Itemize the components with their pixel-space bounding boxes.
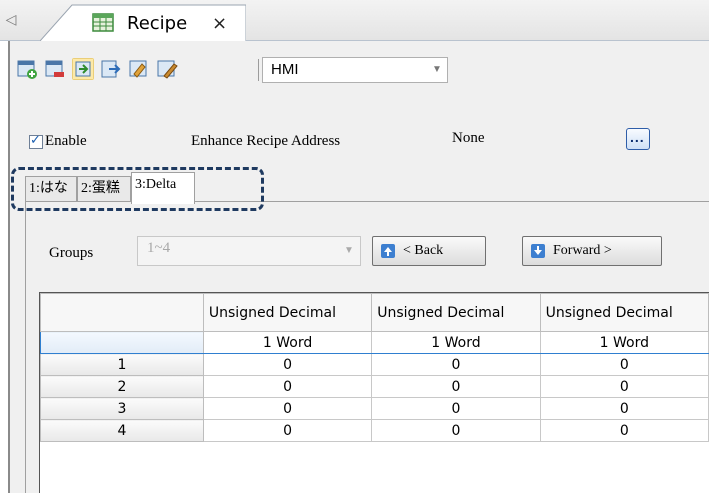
recipe-toolbar: HMI ▼ bbox=[10, 55, 709, 89]
table-row: 2 0 0 0 bbox=[40, 375, 709, 398]
column-header[interactable]: Unsigned Decimal bbox=[539, 293, 709, 332]
column-header-row: Unsigned Decimal Unsigned Decimal Unsign… bbox=[40, 293, 709, 332]
table-cell[interactable]: 0 bbox=[202, 353, 373, 376]
table-row: 3 0 0 0 bbox=[40, 397, 709, 420]
recipe-table-icon bbox=[92, 13, 114, 32]
source-select[interactable]: HMI ▼ bbox=[262, 57, 448, 83]
row-header[interactable]: 4 bbox=[40, 419, 204, 442]
table-cell[interactable]: 0 bbox=[371, 397, 541, 420]
size-cell[interactable]: 1 Word bbox=[539, 331, 709, 354]
groups-select: 1~4 ▼ bbox=[137, 236, 361, 266]
row-header[interactable]: 1 bbox=[40, 353, 204, 376]
recipe-document-tab[interactable]: Recipe × bbox=[40, 4, 246, 41]
checkmark-icon: ✓ bbox=[30, 133, 41, 148]
enhance-recipe-address-value: None bbox=[452, 130, 485, 146]
source-select-value: HMI bbox=[271, 61, 299, 78]
back-button[interactable]: < Back bbox=[372, 236, 486, 266]
data-size-row: 1 Word 1 Word 1 Word bbox=[40, 331, 709, 354]
delete-row-icon[interactable] bbox=[44, 58, 66, 80]
document-tab-strip: ◁ Recipe × bbox=[0, 0, 709, 41]
close-icon[interactable]: × bbox=[212, 13, 227, 34]
browse-address-button[interactable]: ... bbox=[626, 128, 650, 150]
size-row-header[interactable] bbox=[40, 331, 204, 354]
back-label: < Back bbox=[403, 243, 444, 258]
row-header[interactable]: 2 bbox=[40, 375, 204, 398]
size-cell[interactable]: 1 Word bbox=[371, 331, 541, 354]
corner-cell bbox=[40, 293, 204, 332]
table-cell[interactable]: 0 bbox=[202, 419, 373, 442]
chevron-down-icon: ▼ bbox=[344, 245, 354, 256]
table-cell[interactable]: 0 bbox=[202, 397, 373, 420]
table-cell[interactable]: 0 bbox=[539, 397, 709, 420]
chevron-down-icon[interactable]: ▼ bbox=[427, 58, 447, 82]
enable-checkbox[interactable]: ✓ bbox=[29, 133, 43, 149]
forward-button[interactable]: Forward > bbox=[522, 236, 662, 266]
tab-scroll-left-icon[interactable]: ◁ bbox=[4, 8, 18, 32]
column-header[interactable]: Unsigned Decimal bbox=[371, 293, 541, 332]
row-header[interactable]: 3 bbox=[40, 397, 204, 420]
arrow-up-icon bbox=[381, 244, 395, 258]
enhance-recipe-address-label: Enhance Recipe Address bbox=[191, 133, 341, 149]
toolbar-separator bbox=[258, 59, 259, 81]
table-cell[interactable]: 0 bbox=[371, 353, 541, 376]
export-icon[interactable] bbox=[100, 58, 122, 80]
table-cell[interactable]: 0 bbox=[539, 375, 709, 398]
arrow-down-icon bbox=[531, 244, 545, 258]
import-icon[interactable] bbox=[72, 58, 94, 80]
size-cell[interactable]: 1 Word bbox=[202, 331, 373, 354]
table-cell[interactable]: 0 bbox=[371, 419, 541, 442]
groups-select-value: 1~4 bbox=[147, 240, 171, 256]
forward-label: Forward > bbox=[553, 243, 612, 258]
highlight-annotation-box bbox=[11, 167, 264, 211]
recipe-tab-title: Recipe bbox=[127, 13, 188, 34]
add-row-icon[interactable] bbox=[16, 58, 38, 80]
table-cell[interactable]: 0 bbox=[539, 353, 709, 376]
table-row: 4 0 0 0 bbox=[40, 419, 709, 442]
table-cell[interactable]: 0 bbox=[539, 419, 709, 442]
browse-label: ... bbox=[630, 129, 645, 145]
edit-icon[interactable] bbox=[156, 58, 178, 80]
table-row: 1 0 0 0 bbox=[40, 353, 709, 376]
paint-icon[interactable] bbox=[128, 58, 150, 80]
groups-label: Groups bbox=[49, 245, 94, 261]
table-cell[interactable]: 0 bbox=[202, 375, 373, 398]
column-header[interactable]: Unsigned Decimal bbox=[202, 293, 373, 332]
table-cell[interactable]: 0 bbox=[371, 375, 541, 398]
recipe-grid: Unsigned Decimal Unsigned Decimal Unsign… bbox=[39, 292, 709, 493]
enable-label: Enable bbox=[45, 133, 87, 149]
